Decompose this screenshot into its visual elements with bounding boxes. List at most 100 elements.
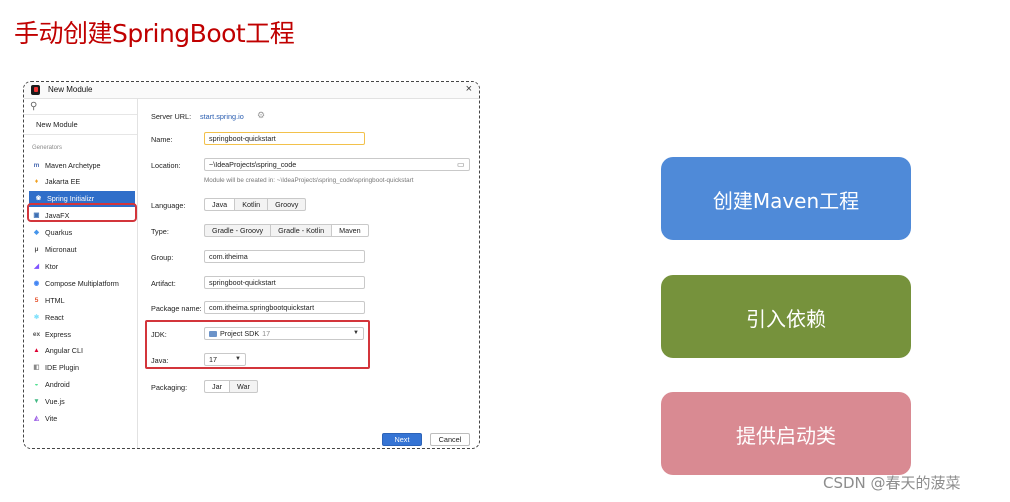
generators-heading: Generators bbox=[32, 145, 63, 151]
html-icon: 5 bbox=[34, 296, 39, 304]
sidebar-item-label: Maven Archetype bbox=[45, 160, 101, 170]
sidebar-item-ktor[interactable]: ◢ Ktor bbox=[27, 258, 136, 274]
packaging-option-war[interactable]: War bbox=[229, 380, 258, 393]
sidebar-item-android[interactable]: ◒ Android bbox=[27, 377, 136, 393]
java-label: Java: bbox=[151, 356, 169, 365]
artifact-input[interactable]: springboot-quickstart bbox=[204, 276, 365, 289]
packaging-label: Packaging: bbox=[151, 383, 188, 392]
type-option-gradle-groovy[interactable]: Gradle - Groovy bbox=[204, 224, 271, 237]
vue-icon: ▼ bbox=[33, 398, 40, 406]
sidebar-item-angular[interactable]: ▲ Angular CLI bbox=[27, 343, 136, 359]
sidebar-item-label: Micronaut bbox=[45, 245, 77, 254]
angular-icon: ▲ bbox=[33, 347, 40, 355]
watermark: CSDN @春天的菠菜 bbox=[823, 474, 961, 492]
packaging-selector: Jar War bbox=[204, 380, 258, 393]
sidebar-item-vue[interactable]: ▼ Vue.js bbox=[27, 394, 136, 410]
server-url-link[interactable]: start.spring.io bbox=[200, 112, 244, 121]
new-module-dialog: New Module × ⚲ New Module Generators m Ma… bbox=[23, 81, 480, 449]
sidebar-item-vite[interactable]: ◭ Vite bbox=[27, 411, 136, 427]
sidebar-item-plugin[interactable]: ◧ IDE Plugin bbox=[27, 360, 136, 376]
jakarta-icon: ♦ bbox=[34, 178, 39, 186]
language-option-groovy[interactable]: Groovy bbox=[267, 198, 307, 211]
sidebar-item-react[interactable]: ⚛ React bbox=[27, 309, 136, 325]
type-option-gradle-kotlin[interactable]: Gradle - Kotlin bbox=[270, 224, 332, 237]
packaging-option-jar[interactable]: Jar bbox=[204, 380, 229, 393]
jdk-dropdown[interactable]: Project SDK 17 ▼ bbox=[204, 327, 364, 340]
sidebar-item-new-module[interactable]: New Module bbox=[36, 120, 78, 129]
location-hint: Module will be created in: ~\IdeaProject… bbox=[204, 177, 414, 184]
group-input[interactable]: com.itheima bbox=[204, 250, 365, 263]
divider bbox=[24, 134, 137, 135]
sidebar-item-label: Express bbox=[45, 329, 71, 339]
gear-icon[interactable]: ⚙ bbox=[257, 110, 265, 121]
step-card-3: 提供启动类 bbox=[661, 392, 911, 475]
package-name-input[interactable]: com.itheima.springbootquickstart bbox=[204, 301, 365, 314]
sidebar-item-label: HTML bbox=[45, 295, 65, 305]
server-url-label: Server URL: bbox=[151, 112, 192, 121]
sidebar-item-label: Compose Multiplatform bbox=[45, 278, 119, 288]
generator-sidebar: ⚲ New Module Generators m Maven Archetype… bbox=[24, 99, 138, 448]
sidebar-item-label: Quarkus bbox=[45, 228, 73, 238]
sidebar-item-html[interactable]: 5 HTML bbox=[27, 292, 136, 308]
sidebar-item-label: Vite bbox=[45, 414, 58, 423]
cancel-button[interactable]: Cancel bbox=[430, 433, 470, 446]
dialog-title: New Module bbox=[48, 85, 93, 94]
name-label: Name: bbox=[151, 135, 173, 144]
jdk-version: 17 bbox=[262, 329, 271, 338]
type-label: Type: bbox=[151, 227, 169, 236]
language-option-kotlin[interactable]: Kotlin bbox=[234, 198, 268, 211]
sidebar-item-label: Android bbox=[45, 380, 70, 390]
slide-title: 手动创建SpringBoot工程 bbox=[14, 19, 295, 48]
location-input[interactable]: ~\IdeaProjects\spring_code bbox=[204, 158, 470, 171]
sidebar-item-quarkus[interactable]: ◆ Quarkus bbox=[27, 225, 136, 241]
quarkus-icon: ◆ bbox=[34, 229, 39, 237]
sidebar-item-maven[interactable]: m Maven Archetype bbox=[27, 157, 136, 173]
maven-icon: m bbox=[33, 161, 40, 169]
sidebar-item-label: Angular CLI bbox=[45, 346, 83, 356]
sidebar-item-label: Ktor bbox=[45, 261, 59, 271]
java-version-dropdown[interactable]: 17 ▼ bbox=[204, 353, 246, 366]
step-card-2: 引入依赖 bbox=[661, 275, 911, 358]
dialog-titlebar: New Module × bbox=[24, 82, 479, 99]
jdk-value: Project SDK bbox=[220, 329, 260, 338]
chevron-down-icon: ▼ bbox=[235, 356, 241, 362]
sidebar-item-compose[interactable]: ◉ Compose Multiplatform bbox=[27, 275, 136, 291]
language-option-java[interactable]: Java bbox=[204, 198, 235, 211]
android-icon: ◒ bbox=[34, 381, 39, 389]
folder-icon[interactable]: ▭ bbox=[457, 160, 465, 169]
sidebar-item-micronaut[interactable]: μ Micronaut bbox=[27, 242, 136, 258]
spring-icon: ❀ bbox=[35, 195, 42, 203]
name-input[interactable]: springboot-quickstart bbox=[204, 132, 365, 145]
language-selector: Java Kotlin Groovy bbox=[204, 198, 307, 211]
next-button[interactable]: Next bbox=[382, 433, 422, 446]
ktor-icon: ◢ bbox=[34, 262, 39, 270]
location-label: Location: bbox=[151, 161, 181, 170]
selection-highlight-box bbox=[27, 203, 137, 222]
sidebar-item-label: Spring Initializr bbox=[47, 194, 95, 204]
express-icon: ex bbox=[32, 330, 41, 338]
type-option-maven[interactable]: Maven bbox=[331, 224, 369, 237]
micronaut-icon: μ bbox=[34, 246, 39, 253]
type-selector: Gradle - Groovy Gradle - Kotlin Maven bbox=[204, 224, 369, 237]
close-icon[interactable]: × bbox=[466, 83, 472, 96]
divider bbox=[24, 114, 137, 115]
sidebar-item-jakarta[interactable]: ♦ Jakarta EE bbox=[27, 174, 136, 190]
sidebar-item-label: React bbox=[45, 312, 64, 322]
package-name-label: Package name: bbox=[151, 304, 202, 313]
step-card-1: 创建Maven工程 bbox=[661, 157, 911, 240]
group-label: Group: bbox=[151, 253, 174, 262]
compose-icon: ◉ bbox=[33, 279, 40, 287]
search-icon[interactable]: ⚲ bbox=[30, 101, 37, 112]
react-icon: ⚛ bbox=[33, 313, 40, 321]
language-label: Language: bbox=[151, 201, 186, 210]
sidebar-item-express[interactable]: ex Express bbox=[27, 326, 136, 342]
sidebar-item-label: Jakarta EE bbox=[45, 177, 81, 187]
sdk-folder-icon bbox=[209, 330, 217, 337]
vite-icon: ◭ bbox=[34, 415, 39, 422]
chevron-down-icon: ▼ bbox=[353, 330, 359, 336]
artifact-label: Artifact: bbox=[151, 279, 176, 288]
plugin-icon: ◧ bbox=[33, 364, 40, 372]
java-version-value: 17 bbox=[209, 355, 217, 364]
sidebar-item-label: IDE Plugin bbox=[45, 363, 79, 373]
jdk-label: JDK: bbox=[151, 330, 167, 339]
